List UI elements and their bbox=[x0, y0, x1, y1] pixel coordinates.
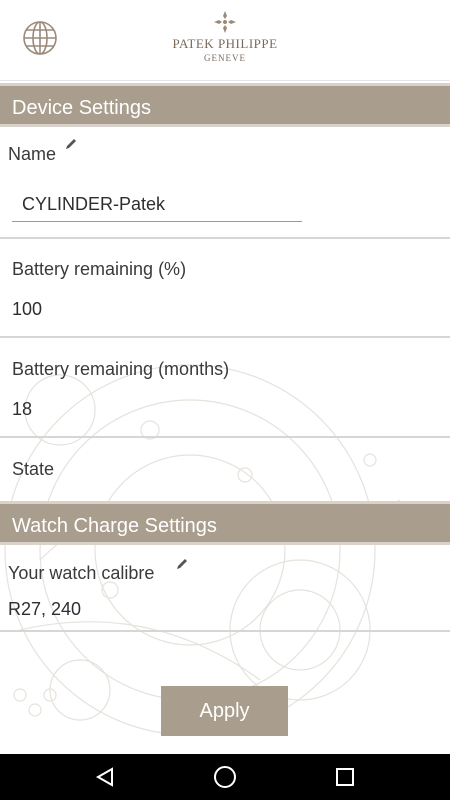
state-label: State bbox=[12, 459, 55, 479]
app-header: PATEK PHILIPPE GENEVE bbox=[0, 0, 450, 80]
divider bbox=[0, 237, 450, 239]
apply-button[interactable]: Apply bbox=[161, 686, 288, 736]
pencil-icon[interactable] bbox=[64, 137, 78, 151]
globe-icon[interactable] bbox=[22, 20, 58, 56]
brand-city: GENEVE bbox=[204, 53, 246, 63]
divider bbox=[0, 630, 450, 632]
battery-months-label: Battery remaining (months) bbox=[12, 359, 230, 379]
brand-logo: PATEK PHILIPPE GENEVE bbox=[170, 10, 280, 68]
recents-icon[interactable] bbox=[315, 754, 375, 800]
battery-percent-value: 100 bbox=[12, 299, 43, 319]
watch-charge-settings-header: Watch Charge Settings bbox=[0, 501, 450, 545]
device-settings-header: Device Settings bbox=[0, 83, 450, 127]
name-label: Name bbox=[8, 144, 57, 164]
calatrava-cross-icon bbox=[214, 11, 236, 33]
system-navbar bbox=[0, 754, 450, 800]
brand-name: PATEK PHILIPPE bbox=[172, 36, 278, 51]
calibre-value[interactable]: R27, 240 bbox=[8, 599, 81, 620]
divider bbox=[0, 336, 450, 338]
battery-percent-label: Battery remaining (%) bbox=[12, 259, 187, 279]
home-icon[interactable] bbox=[195, 754, 255, 800]
pencil-icon[interactable] bbox=[175, 557, 189, 571]
back-icon[interactable] bbox=[75, 754, 135, 800]
calibre-label: Your watch calibre bbox=[8, 563, 155, 583]
battery-months-value: 18 bbox=[12, 399, 33, 419]
divider bbox=[0, 436, 450, 438]
name-input[interactable] bbox=[12, 188, 302, 222]
